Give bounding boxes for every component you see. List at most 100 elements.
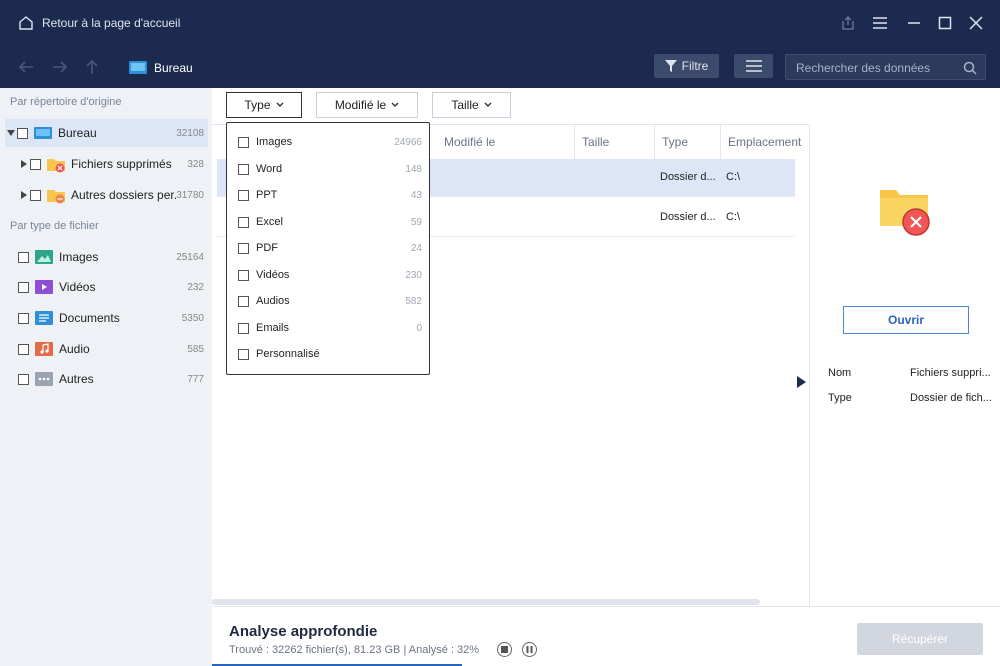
checkbox[interactable] (30, 189, 41, 201)
tree-label: Documents (59, 311, 120, 325)
modified-filter-button[interactable]: Modifié le (316, 92, 418, 118)
type-value: Dossier de fich... (910, 392, 992, 404)
export-icon[interactable] (836, 11, 860, 35)
breadcrumb[interactable]: Bureau (154, 61, 193, 75)
origin-heading: Par répertoire d'origine (10, 96, 122, 108)
other-files-icon (35, 372, 53, 386)
size-filter-button[interactable]: Taille (432, 92, 511, 118)
checkbox[interactable] (238, 242, 249, 254)
dropdown-count: 24 (410, 242, 422, 254)
checkbox[interactable] (238, 163, 249, 175)
pause-icon[interactable] (522, 642, 537, 657)
video-icon (35, 280, 53, 294)
open-button[interactable]: Ouvrir (843, 306, 969, 334)
collapsed-arrow-icon[interactable] (18, 191, 30, 199)
checkbox[interactable] (238, 295, 249, 307)
lost-folder-icon (47, 188, 65, 204)
forward-arrow-icon[interactable] (49, 56, 71, 78)
minimize-icon[interactable] (902, 11, 926, 35)
type-dropdown: Images 24966 Word 148 PPT 43 Excel 59 PD… (226, 122, 430, 375)
type-item-others[interactable]: Autres 777 (18, 365, 208, 393)
stop-icon[interactable] (497, 642, 512, 657)
checkbox[interactable] (238, 216, 249, 228)
tree-label: Vidéos (59, 280, 96, 294)
modified-filter-label: Modifié le (334, 98, 387, 112)
dropdown-label: Vidéos (256, 269, 290, 281)
collapsed-arrow-icon[interactable] (18, 160, 30, 168)
column-location[interactable]: Emplacement (721, 125, 801, 159)
dropdown-item-images[interactable]: Images 24966 (238, 132, 422, 152)
panel-toggle-icon[interactable] (797, 376, 806, 388)
column-modified[interactable]: Modifié le (437, 125, 575, 159)
type-item-videos[interactable]: Vidéos 232 (18, 273, 208, 301)
dropdown-item-custom[interactable]: Personnalisé (238, 344, 422, 364)
tree-count: 5350 (181, 312, 204, 324)
type-filter-button[interactable]: Type (226, 92, 302, 118)
search-icon[interactable] (963, 61, 977, 75)
close-icon[interactable] (964, 11, 988, 35)
chevron-down-icon (484, 102, 492, 107)
recover-button[interactable]: Récupérer (857, 623, 983, 655)
checkbox[interactable] (30, 158, 41, 170)
dropdown-item-audios[interactable]: Audios 582 (238, 291, 422, 311)
expanded-arrow-icon[interactable] (5, 130, 17, 136)
tree-count: 25164 (176, 251, 204, 263)
checkbox[interactable] (18, 281, 29, 293)
dropdown-label: PPT (256, 189, 278, 201)
row-type: Dossier d... (660, 211, 716, 223)
tree-label: Autres (59, 372, 94, 386)
dropdown-label: Personnalisé (256, 348, 320, 360)
back-to-home-link[interactable]: Retour à la page d'accueil (42, 16, 180, 30)
row-type: Dossier d... (660, 171, 716, 183)
dropdown-label: PDF (256, 242, 278, 254)
dropdown-count: 24966 (394, 136, 422, 148)
maximize-icon[interactable] (933, 11, 957, 35)
dropdown-item-videos[interactable]: Vidéos 230 (238, 265, 422, 285)
checkbox[interactable] (18, 312, 29, 324)
tree-count: 777 (187, 373, 204, 385)
column-size[interactable]: Taille (575, 125, 655, 159)
tree-label: Audio (59, 342, 90, 356)
view-menu-button[interactable] (734, 54, 773, 78)
home-icon[interactable] (18, 15, 34, 31)
filter-button[interactable]: Filtre (654, 54, 719, 78)
dropdown-item-word[interactable]: Word 148 (238, 159, 422, 179)
name-value: Fichiers suppri... (910, 367, 991, 379)
type-item-documents[interactable]: Documents 5350 (18, 304, 208, 332)
hamburger-icon[interactable] (868, 11, 892, 35)
tree-item-other-folders[interactable]: Autres dossiers per... 31780 (18, 181, 208, 209)
dropdown-item-ppt[interactable]: PPT 43 (238, 185, 422, 205)
toolbar: Bureau Filtre (0, 46, 1000, 134)
tree-item-bureau[interactable]: Bureau 32108 (5, 119, 208, 147)
dropdown-item-excel[interactable]: Excel 59 (238, 212, 422, 232)
column-type[interactable]: Type (655, 125, 721, 159)
type-item-images[interactable]: Images 25164 (18, 243, 208, 271)
tree-item-deleted-files[interactable]: Fichiers supprimés 328 (18, 150, 208, 178)
type-item-audio[interactable]: Audio 585 (18, 335, 208, 363)
up-arrow-icon[interactable] (81, 56, 103, 78)
checkbox[interactable] (18, 343, 29, 355)
dropdown-item-emails[interactable]: Emails 0 (238, 318, 422, 338)
search-input[interactable] (796, 60, 956, 76)
tree-label: Bureau (58, 126, 97, 140)
checkbox[interactable] (17, 127, 28, 139)
checkbox[interactable] (238, 269, 249, 281)
checkbox[interactable] (18, 251, 29, 263)
deleted-folder-icon (878, 186, 934, 241)
title-bar: Retour à la page d'accueil (0, 0, 1000, 46)
tree-count: 328 (187, 158, 204, 170)
back-arrow-icon[interactable] (15, 56, 37, 78)
tree-label: Images (59, 250, 99, 264)
dropdown-count: 230 (405, 269, 422, 281)
desktop-folder-icon (129, 61, 147, 74)
sidebar: Par répertoire d'origine Bureau 32108 Fi… (0, 88, 212, 666)
horizontal-scrollbar[interactable] (212, 599, 760, 605)
dropdown-label: Word (256, 163, 283, 175)
checkbox[interactable] (238, 322, 249, 334)
checkbox[interactable] (238, 189, 249, 201)
list-icon (745, 60, 762, 72)
checkbox[interactable] (18, 373, 29, 385)
dropdown-item-pdf[interactable]: PDF 24 (238, 238, 422, 258)
checkbox[interactable] (238, 136, 249, 148)
checkbox[interactable] (238, 348, 249, 360)
